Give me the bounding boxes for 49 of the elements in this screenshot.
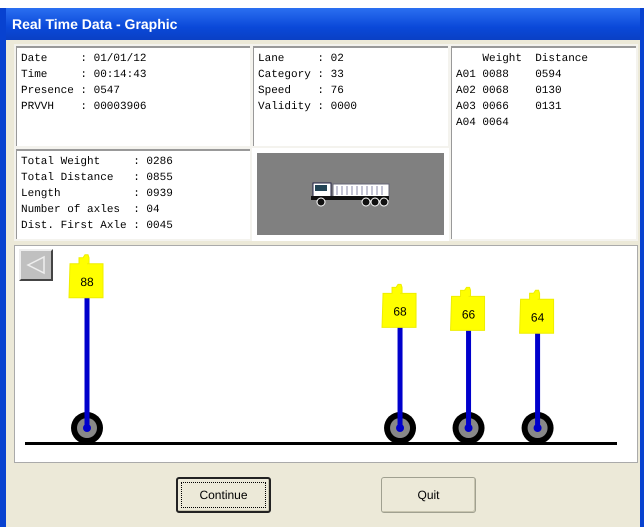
column-header: Distance <box>535 52 588 67</box>
triangle-left-icon <box>24 254 48 276</box>
field-label: Speed <box>258 84 292 99</box>
field-value: : 0286 <box>133 155 173 170</box>
table-cell-text: 0131 <box>535 100 562 115</box>
table-cell-text: 0066 <box>482 100 510 115</box>
field-label: PRVVH <box>21 100 56 115</box>
table-cell-text: 0088 <box>482 68 510 83</box>
weight-tag: 68 <box>382 284 417 328</box>
field-label: Validity <box>258 100 312 115</box>
field-label: Presence <box>21 84 75 99</box>
field-label: Total Distance <box>21 171 114 186</box>
field-value: : 0000 <box>317 100 358 115</box>
field-label: Dist. First Axle <box>21 219 128 234</box>
field-value: : 0939 <box>133 187 173 202</box>
field-value: : 02 <box>317 52 344 67</box>
table-cell-text: 0064 <box>482 116 510 131</box>
field-value: : 00:14:43 <box>80 68 146 83</box>
field-label: Category <box>258 68 312 83</box>
field-value: : 0045 <box>133 219 173 234</box>
field-label: Number of axles <box>21 203 122 218</box>
field-value: : 01/01/12 <box>80 52 146 67</box>
field-label: Length <box>21 187 62 202</box>
table-cell-text: 0594 <box>535 68 562 83</box>
weight-tag: 88 <box>68 254 104 298</box>
field-label: Time <box>21 68 48 83</box>
field-value: : 00003906 <box>80 100 146 115</box>
table-cell-text: 0068 <box>482 84 510 99</box>
table-cell-text: A03 <box>456 100 477 115</box>
field-label: Total Weight <box>21 155 102 170</box>
field-label: Date <box>21 52 48 67</box>
field-value: : 76 <box>317 84 344 99</box>
table-cell-text: A02 <box>456 84 477 99</box>
field-value: : 04 <box>133 203 160 218</box>
table-cell-text: A01 <box>456 68 477 83</box>
column-header: Weight <box>482 52 523 67</box>
field-value: : 0855 <box>133 171 173 186</box>
weight-tag: 64 <box>519 290 554 334</box>
dialog-button[interactable]: Continue <box>176 477 271 513</box>
field-label: Lane <box>258 52 286 67</box>
dialog-button[interactable]: Quit <box>381 477 476 513</box>
table-cell-text: A04 <box>456 116 477 131</box>
field-value: : 0547 <box>80 84 120 99</box>
weight-tag: 66 <box>450 286 486 331</box>
table-cell-text: 0130 <box>535 84 562 99</box>
window-title: Real Time Data - Graphic <box>12 16 178 32</box>
field-value: : 33 <box>317 68 344 83</box>
back-button[interactable] <box>19 249 53 281</box>
truck-icon <box>310 180 390 208</box>
